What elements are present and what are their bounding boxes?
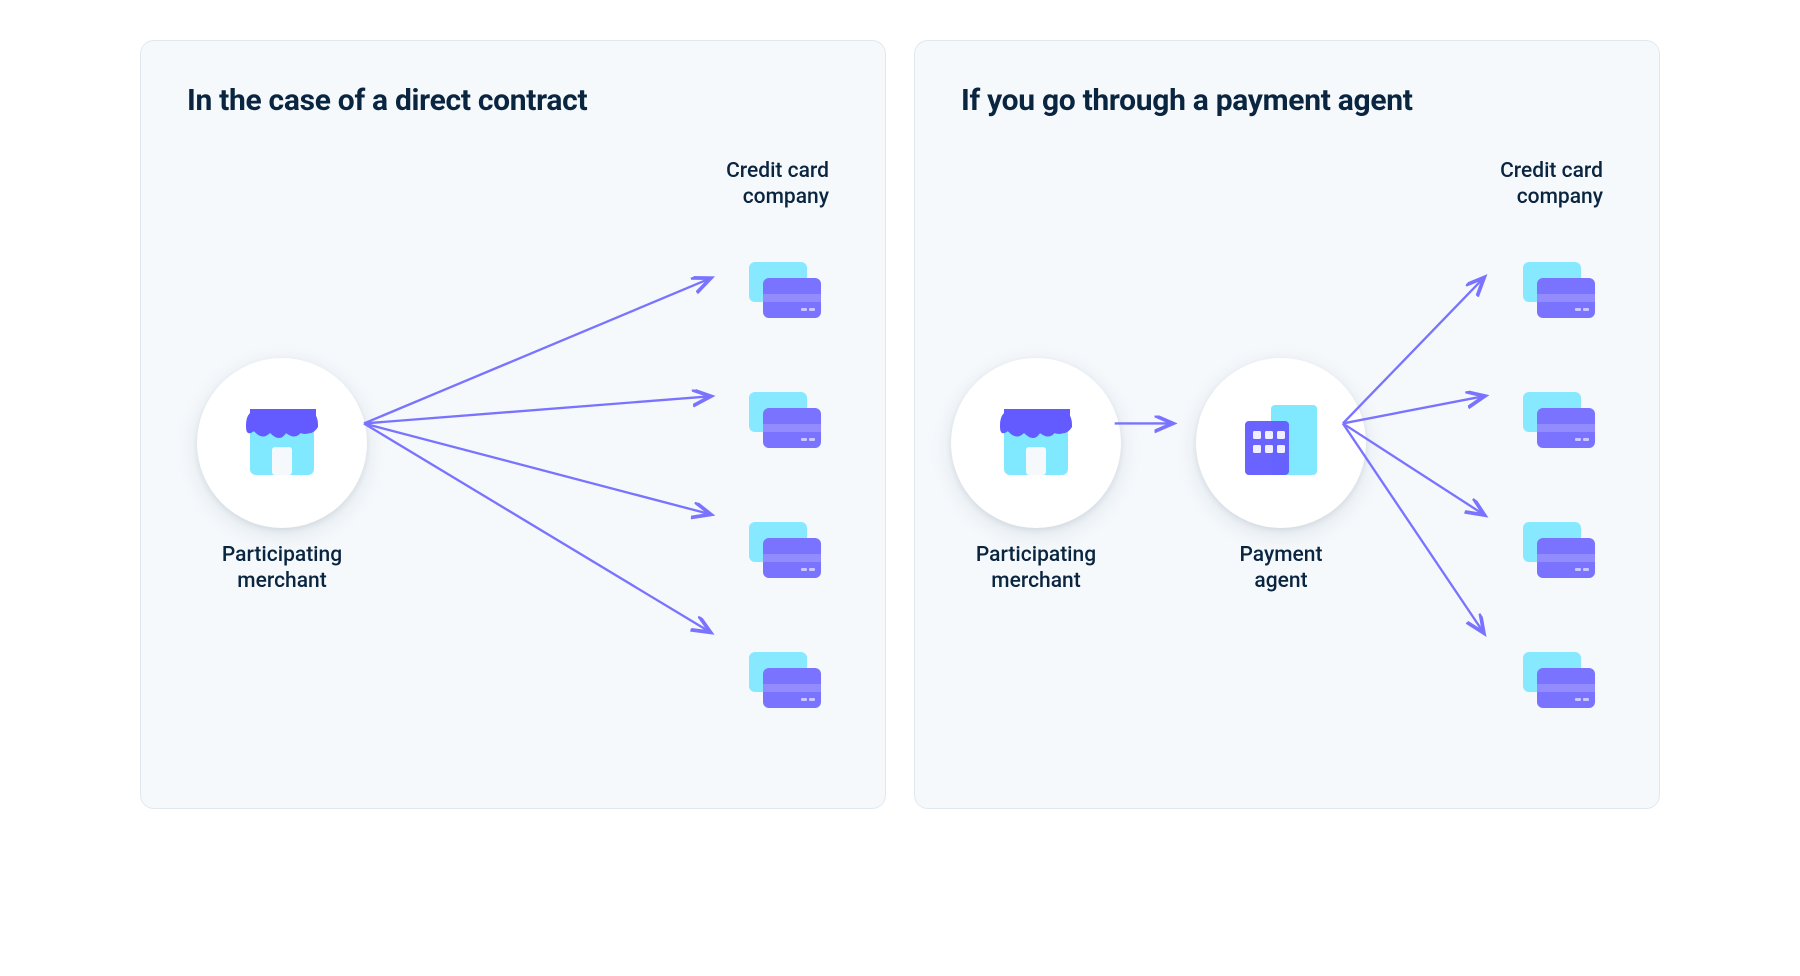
cc-stack xyxy=(1517,258,1603,718)
cc-column-label: Credit cardcompany xyxy=(1500,158,1603,211)
credit-card-icon xyxy=(1517,518,1603,588)
merchant-node: Participatingmerchant xyxy=(197,358,367,595)
credit-card-icon xyxy=(743,258,829,328)
panel-direct-contract: In the case of a direct contract Partici… xyxy=(140,40,886,809)
agent-circle xyxy=(1196,358,1366,528)
credit-card-icon xyxy=(1517,388,1603,458)
merchant-label: Participatingmerchant xyxy=(197,542,367,595)
credit-card-icon xyxy=(743,388,829,458)
panel-title: If you go through a payment agent xyxy=(961,83,1613,118)
agent-label: Paymentagent xyxy=(1196,542,1366,595)
credit-card-icon xyxy=(1517,258,1603,328)
building-icon xyxy=(1231,391,1331,495)
store-icon xyxy=(986,391,1086,495)
store-icon xyxy=(232,391,332,495)
panel-title: In the case of a direct contract xyxy=(187,83,839,118)
cc-column-label: Credit cardcompany xyxy=(726,158,829,211)
credit-card-icon xyxy=(1517,648,1603,718)
agent-node: Paymentagent xyxy=(1196,358,1366,595)
diagram-agent: Participatingmerchant Paymentagent Credi… xyxy=(961,158,1613,758)
panel-payment-agent: If you go through a payment agent Partic… xyxy=(914,40,1660,809)
merchant-node: Participatingmerchant xyxy=(951,358,1121,595)
cc-stack xyxy=(743,258,829,718)
merchant-label: Participatingmerchant xyxy=(951,542,1121,595)
credit-card-icon xyxy=(743,648,829,718)
diagram-direct: Participatingmerchant Credit cardcompany xyxy=(187,158,839,758)
merchant-circle xyxy=(951,358,1121,528)
credit-card-icon xyxy=(743,518,829,588)
merchant-circle xyxy=(197,358,367,528)
